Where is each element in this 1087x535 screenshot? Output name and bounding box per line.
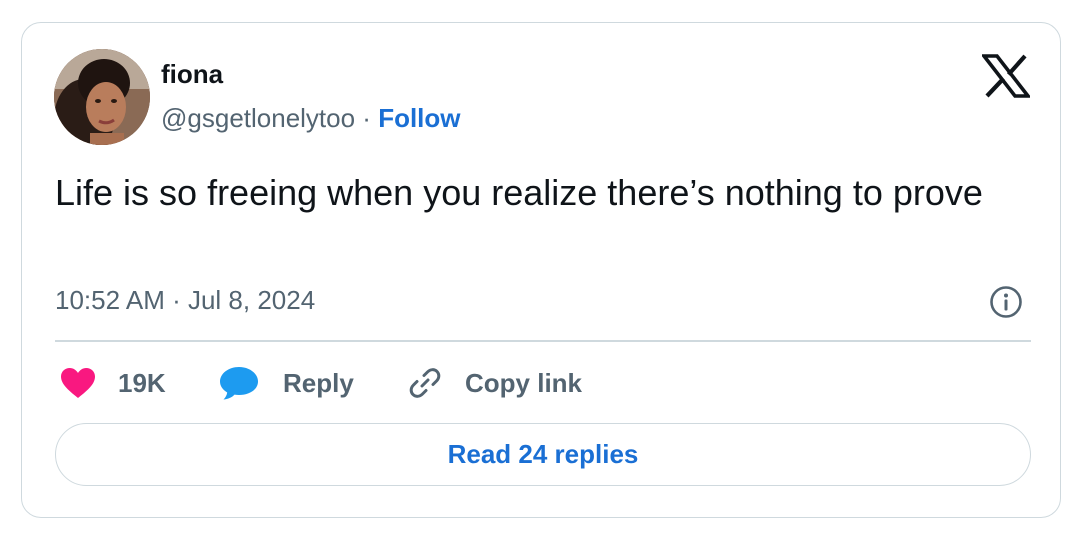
embedded-tweet-card: fiona @gsgetlonelytoo · Follow Life is s…	[21, 22, 1061, 518]
handle-separator: ·	[355, 103, 379, 133]
tweet-timestamp[interactable]: 10:52 AM · Jul 8, 2024	[55, 285, 315, 316]
avatar[interactable]	[54, 49, 150, 145]
x-logo-icon[interactable]	[982, 54, 1030, 98]
user-handle[interactable]: @gsgetlonelytoo	[161, 103, 355, 133]
link-icon	[409, 368, 441, 398]
display-name[interactable]: fiona	[161, 59, 223, 90]
like-count: 19K	[118, 367, 166, 398]
speech-bubble-icon	[220, 367, 258, 400]
like-button[interactable]: 19K	[60, 363, 166, 403]
copy-link-button[interactable]: Copy link	[407, 363, 582, 403]
read-replies-button[interactable]: Read 24 replies	[55, 423, 1031, 486]
reply-label: Reply	[283, 367, 354, 398]
tweet-text: Life is so freeing when you realize ther…	[55, 172, 983, 213]
follow-button[interactable]: Follow	[378, 103, 460, 133]
copy-link-label: Copy link	[465, 367, 583, 398]
heart-icon	[61, 368, 95, 398]
divider	[55, 340, 1031, 342]
avatar-photo	[54, 49, 150, 145]
reply-button[interactable]: Reply	[219, 363, 354, 403]
info-icon[interactable]	[989, 285, 1023, 319]
handle-line: @gsgetlonelytoo · Follow	[161, 103, 461, 134]
